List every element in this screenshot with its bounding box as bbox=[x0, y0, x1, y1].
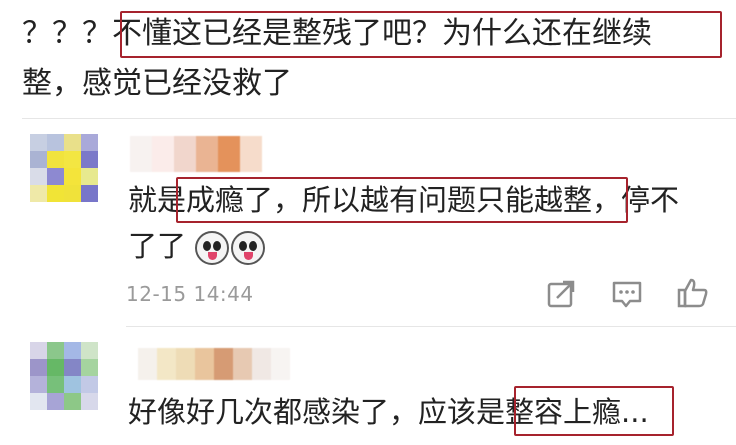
divider bbox=[22, 118, 736, 119]
post-text-line2: 整，感觉已经没救了 bbox=[22, 66, 292, 101]
comment-highlight-box bbox=[514, 386, 674, 436]
husky-emoji bbox=[195, 231, 230, 265]
comment-text-before: 好像好几次都感染了，应该是 bbox=[128, 395, 506, 429]
share-icon[interactable] bbox=[544, 278, 578, 310]
username-blurred[interactable] bbox=[138, 348, 290, 380]
username-blurred[interactable] bbox=[130, 136, 280, 172]
avatar[interactable] bbox=[30, 134, 98, 202]
comment-line2-text: 了了 bbox=[128, 229, 187, 263]
post-highlight-box bbox=[120, 11, 722, 58]
comment-text-after: 停不 bbox=[621, 183, 680, 217]
husky-emoji bbox=[231, 231, 266, 265]
divider bbox=[126, 326, 736, 327]
comment-text-line2: 了了 bbox=[128, 226, 267, 266]
comment-timestamp: 12-15 14:44 bbox=[126, 282, 254, 306]
comment-highlight-box bbox=[176, 177, 628, 223]
like-icon[interactable] bbox=[676, 276, 710, 308]
post-prefix: ？？？ bbox=[22, 16, 112, 51]
avatar[interactable] bbox=[30, 342, 98, 410]
comment-icon[interactable] bbox=[610, 278, 644, 310]
